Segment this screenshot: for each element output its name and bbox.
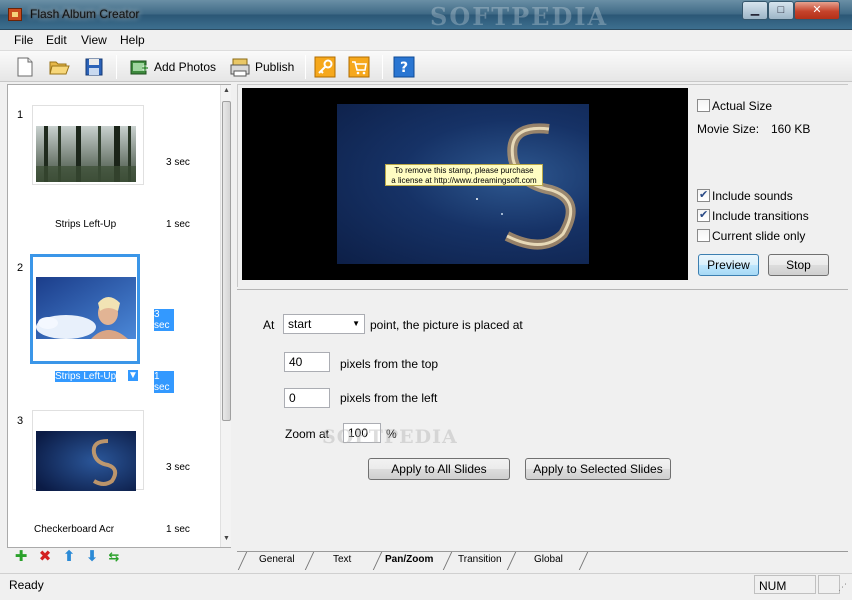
slide-duration[interactable]: 3 sec	[166, 462, 190, 473]
settings-tabs: General Text Pan/Zoom Transition Global	[237, 551, 848, 571]
move-down-icon[interactable]: ⬇	[83, 548, 101, 566]
actual-size-label: Actual Size	[712, 99, 773, 113]
top-offset-input[interactable]: 40	[284, 352, 330, 372]
apply-all-slides-button[interactable]: Apply to All Slides	[368, 458, 510, 480]
transition-duration[interactable]: 1 sec	[166, 219, 190, 230]
slide-thumbnail[interactable]	[32, 410, 144, 491]
scrollbar-thumb[interactable]	[222, 101, 231, 421]
app-icon	[8, 8, 22, 21]
slide-transition[interactable]: Strips Left-Up	[55, 219, 116, 230]
add-slide-icon[interactable]: ✚	[12, 548, 30, 566]
status-text: Ready	[9, 578, 44, 592]
title-bar: Flash Album Creator SOFTPEDIA ▁ □ ✕	[0, 0, 852, 31]
transition-duration-selected[interactable]: 1 sec	[154, 371, 174, 393]
include-sounds-label: Include sounds	[712, 189, 793, 203]
slide-duration[interactable]: 3 sec	[166, 157, 190, 168]
menu-help[interactable]: Help	[120, 33, 145, 47]
status-bar: Ready NUM ⋰	[0, 573, 852, 595]
slide-number: 2	[17, 262, 24, 274]
resize-grip-icon[interactable]: ⋰	[838, 582, 847, 593]
scroll-up-icon[interactable]: ▲	[223, 87, 230, 94]
publish-icon[interactable]	[229, 56, 251, 78]
open-folder-icon[interactable]	[48, 56, 70, 78]
tab-global[interactable]: Global	[534, 554, 563, 565]
scroll-down-icon[interactable]: ▼	[223, 535, 230, 542]
menu-bar: File Edit View Help	[0, 30, 852, 50]
toolbar: Add Photos Publish ?	[0, 50, 852, 82]
preview-button[interactable]: Preview	[698, 254, 759, 276]
svg-text:?: ?	[400, 60, 408, 76]
transition-dropdown-icon[interactable]: ▼	[128, 370, 138, 381]
forest-thumbnail-image	[36, 126, 136, 182]
softpedia-watermark: SOFTPEDIA	[322, 426, 458, 448]
menu-view[interactable]: View	[81, 33, 107, 47]
logo-thumbnail-image	[36, 431, 136, 491]
current-slide-only-checkbox[interactable]	[697, 229, 710, 242]
movie-size-value: 160 KB	[771, 122, 811, 136]
transition-duration[interactable]: 1 sec	[166, 524, 190, 535]
slide-thumbnail-selected[interactable]	[30, 254, 140, 364]
add-photos-icon[interactable]	[128, 56, 150, 78]
slide-list-scrollbar[interactable]: ▲ ▼	[220, 85, 231, 547]
slide-transition-selected[interactable]: Strips Left-Up	[55, 371, 117, 382]
softpedia-watermark: SOFTPEDIA	[430, 2, 609, 31]
slide-duration-selected[interactable]: 3 sec	[154, 309, 174, 331]
include-transitions-label: Include transitions	[712, 209, 809, 223]
num-lock-indicator: NUM	[754, 575, 816, 594]
add-photos-button[interactable]: Add Photos	[154, 60, 216, 74]
toolbar-separator	[116, 55, 117, 79]
maximize-button[interactable]: □	[768, 1, 794, 20]
delete-slide-icon[interactable]: ✖	[36, 548, 54, 566]
menu-file[interactable]: File	[14, 33, 33, 47]
point-description: point, the picture is placed at	[370, 318, 523, 332]
portrait-thumbnail-image	[36, 277, 136, 339]
current-slide-only-label: Current slide only	[712, 229, 806, 243]
minimize-button[interactable]: ▁	[742, 1, 768, 20]
new-file-icon[interactable]	[14, 56, 36, 78]
toolbar-separator	[382, 55, 383, 79]
tab-general[interactable]: General	[259, 554, 295, 565]
license-stamp: To remove this stamp, please purchase a …	[385, 164, 543, 186]
at-label: At	[263, 318, 275, 332]
left-offset-input[interactable]: 0	[284, 388, 330, 408]
save-icon[interactable]	[83, 56, 105, 78]
help-icon[interactable]: ?	[393, 56, 415, 78]
slide-transition[interactable]: Checkerboard Acr	[34, 524, 114, 535]
slide-list[interactable]: 1 3 sec Strips Left-Up 1 sec 2 3 sec Str…	[7, 84, 231, 548]
left-offset-label: pixels from the left	[340, 391, 438, 405]
apply-selected-slides-button[interactable]: Apply to Selected Slides	[525, 458, 671, 480]
move-up-icon[interactable]: ⬆	[60, 548, 78, 566]
movie-size-label: Movie Size:	[697, 122, 760, 136]
include-sounds-checkbox[interactable]	[697, 188, 710, 202]
include-transitions-checkbox[interactable]	[697, 208, 710, 222]
stop-button[interactable]: Stop	[768, 254, 829, 276]
slide-number: 1	[17, 109, 24, 121]
top-offset-label: pixels from the top	[340, 357, 439, 371]
menu-edit[interactable]: Edit	[46, 33, 67, 47]
actual-size-checkbox[interactable]	[697, 99, 710, 112]
point-select[interactable]: start ▼	[283, 314, 365, 334]
close-button[interactable]: ✕	[794, 1, 840, 20]
status-cell	[818, 575, 840, 594]
slide-number: 3	[17, 415, 24, 427]
tab-panzoom[interactable]: Pan/Zoom	[385, 554, 433, 565]
slide-thumbnail[interactable]	[32, 105, 144, 185]
shuffle-icon[interactable]: ⇆	[105, 548, 123, 566]
chevron-down-icon: ▼	[352, 319, 360, 328]
publish-button[interactable]: Publish	[255, 60, 294, 74]
tab-text[interactable]: Text	[333, 554, 351, 565]
toolbar-separator	[305, 55, 306, 79]
tab-transition[interactable]: Transition	[458, 554, 502, 565]
key-icon[interactable]	[314, 56, 336, 78]
window-title: Flash Album Creator	[30, 7, 140, 21]
shopping-cart-icon[interactable]	[348, 56, 370, 78]
